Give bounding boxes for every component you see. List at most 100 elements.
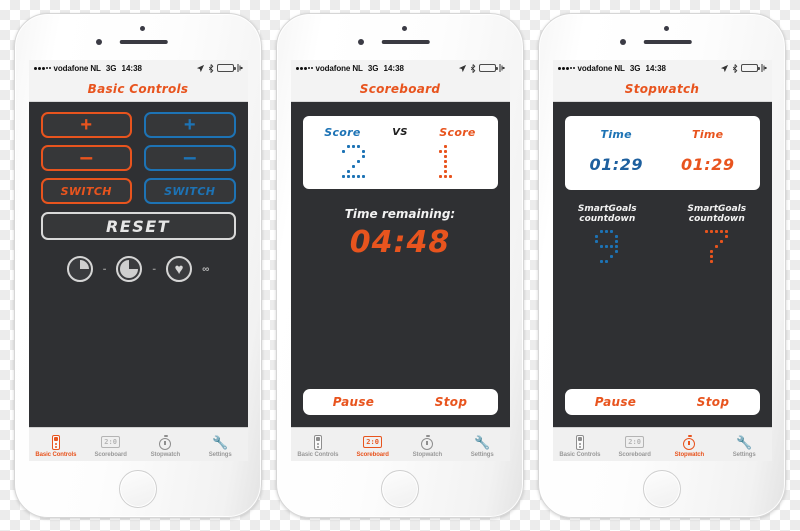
increment-blue-button[interactable]: + [144, 112, 236, 138]
phone-mockup-stage: vodafone NL 3G 14:38 Basic Controls + + … [0, 0, 800, 531]
tab-label: Stopwatch [412, 451, 443, 458]
tab-bar: Basic Controls 2:0 Scoreboard Stopwatch … [290, 427, 510, 461]
vs-label: VS [392, 127, 408, 138]
score-left-label: Score [324, 126, 361, 139]
battery-icon [740, 64, 760, 72]
smartgoals-captions: SmartGoals countdown SmartGoals countdow… [553, 204, 772, 225]
phone-top-bezel [15, 14, 261, 60]
status-bar-left: vodafone NL 3G 14:38 [295, 63, 404, 73]
smartgoals-right-value [704, 229, 729, 264]
smartgoals-right-slot [677, 229, 757, 264]
screen-stopwatch: vodafone NL 3G 14:38 Stopwatch Time Time… [552, 60, 772, 461]
page-title: Stopwatch [624, 81, 700, 96]
score-icon: 2:0 [101, 434, 120, 451]
stop-button[interactable]: Stop [697, 395, 729, 409]
status-bar-left: vodafone NL 3G 14:38 [33, 63, 142, 73]
tab-stopwatch[interactable]: Stopwatch [400, 428, 455, 461]
phone-top-bezel [277, 14, 523, 60]
time-card-header: Time Time [571, 128, 754, 141]
time-card-values: 01:29 01:29 [571, 155, 754, 174]
status-bar-right [458, 63, 505, 73]
tab-label: Scoreboard [618, 451, 651, 458]
screen-basic-controls: vodafone NL 3G 14:38 Basic Controls + + … [28, 60, 248, 461]
front-camera-icon [402, 26, 407, 31]
decrement-blue-button[interactable]: – [144, 145, 236, 171]
network-type-label: 3G [105, 63, 117, 73]
smartgoals-values [553, 229, 772, 264]
time-left-label: Time [600, 128, 632, 141]
dial-row: - - ♥ ∞ [29, 256, 248, 282]
status-bar-time: 14:38 [383, 63, 404, 73]
tab-basic-controls[interactable]: Basic Controls [29, 428, 84, 461]
tab-scoreboard[interactable]: 2:0 Scoreboard [345, 428, 400, 461]
score-right-value [434, 145, 458, 179]
nav-bar: Scoreboard [290, 76, 510, 102]
tab-label: Basic Controls [35, 451, 77, 458]
increment-orange-button[interactable]: + [40, 112, 132, 138]
home-button[interactable] [381, 470, 419, 508]
clock-quarter-icon[interactable] [66, 256, 93, 282]
tab-settings[interactable]: 🔧 Settings [455, 428, 510, 461]
nav-bar: Basic Controls [28, 76, 248, 102]
charging-plug-icon [761, 64, 767, 72]
pause-button[interactable]: Pause [333, 395, 374, 409]
status-bar: vodafone NL 3G 14:38 [290, 60, 510, 76]
proximity-sensor-icon [358, 39, 364, 45]
heart-icon[interactable]: ♥ [166, 256, 193, 282]
tab-settings[interactable]: 🔧 Settings [193, 428, 248, 461]
front-camera-icon [140, 26, 145, 31]
switch-blue-button[interactable]: SWITCH [144, 178, 236, 204]
score-left-value [342, 145, 366, 179]
tab-label: Scoreboard [94, 451, 127, 458]
charging-plug-icon [499, 64, 505, 72]
reset-label: RESET [105, 216, 171, 236]
control-grid: + + – – SWITCH SWITCH [29, 102, 248, 204]
dial-separator: - [102, 263, 107, 275]
remote-icon [51, 434, 60, 451]
screen-body: Score VS Score Time remaining: 04:48 Pau… [290, 102, 510, 427]
clock-three-quarter-icon[interactable] [116, 256, 143, 282]
time-right-value: 01:29 [681, 155, 735, 174]
bluetooth-icon [208, 63, 213, 73]
stop-button[interactable]: Stop [435, 395, 467, 409]
phone-top-bezel [539, 14, 785, 60]
status-bar: vodafone NL 3G 14:38 [552, 60, 772, 76]
reset-button[interactable]: RESET [40, 212, 236, 240]
page-title: Basic Controls [87, 81, 189, 96]
tab-label: Scoreboard [356, 451, 389, 458]
tab-stopwatch[interactable]: Stopwatch [662, 428, 717, 461]
tab-bar: Basic Controls 2:0 Scoreboard Stopwatch … [28, 427, 248, 461]
tab-scoreboard[interactable]: 2:0 Scoreboard [83, 428, 138, 461]
front-camera-icon [664, 26, 669, 31]
tab-stopwatch[interactable]: Stopwatch [138, 428, 193, 461]
tab-basic-controls[interactable]: Basic Controls [291, 428, 346, 461]
tab-scoreboard[interactable]: 2:0 Scoreboard [607, 428, 662, 461]
battery-icon [478, 64, 498, 72]
home-button[interactable] [119, 470, 157, 508]
home-button[interactable] [643, 470, 681, 508]
tab-basic-controls[interactable]: Basic Controls [553, 428, 608, 461]
decrement-orange-button[interactable]: – [40, 145, 132, 171]
phone-basic-controls: vodafone NL 3G 14:38 Basic Controls + + … [14, 13, 262, 518]
network-type-label: 3G [367, 63, 379, 73]
battery-icon [216, 64, 236, 72]
tab-label: Settings [732, 451, 756, 458]
carrier-label: vodafone NL [53, 63, 101, 73]
location-arrow-icon [196, 64, 204, 72]
tools-icon: 🔧 [212, 434, 229, 450]
signal-strength-icon [33, 66, 51, 70]
tab-settings[interactable]: 🔧 Settings [717, 428, 772, 461]
switch-orange-button[interactable]: SWITCH [40, 178, 132, 204]
stopwatch-icon [683, 434, 696, 451]
status-bar: vodafone NL 3G 14:38 [28, 60, 248, 76]
pause-button[interactable]: Pause [595, 395, 636, 409]
signal-strength-icon [557, 66, 575, 70]
infinity-icon: ∞ [202, 263, 210, 275]
proximity-sensor-icon [620, 39, 626, 45]
remote-icon [313, 434, 322, 451]
earpiece-speaker [381, 40, 430, 44]
screen-scoreboard: vodafone NL 3G 14:38 Scoreboard Score VS… [290, 60, 510, 461]
phone-stopwatch: vodafone NL 3G 14:38 Stopwatch Time Time… [538, 13, 786, 518]
proximity-sensor-icon [96, 39, 102, 45]
screen-body: Time Time 01:29 01:29 SmartGoals countdo… [552, 102, 772, 427]
